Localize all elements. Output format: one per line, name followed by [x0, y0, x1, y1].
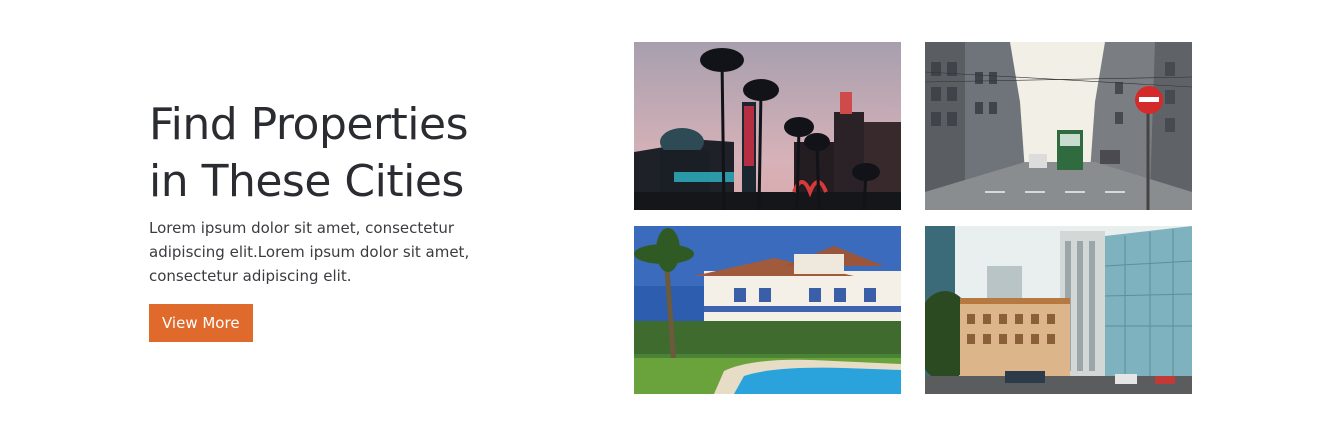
section-title-line1: Find Properties [149, 99, 469, 150]
downtown-skyscrapers-image [925, 226, 1192, 394]
city-photo-villa-pool[interactable] [634, 226, 901, 394]
city-photo-skyscrapers[interactable] [925, 226, 1192, 394]
city-street-image [925, 42, 1192, 210]
section-description: Lorem ipsum dolor sit amet, consectetur … [149, 219, 470, 285]
section-title-line2: in These Cities [149, 156, 464, 207]
view-more-button[interactable]: View More [149, 304, 253, 342]
city-photo-street[interactable] [925, 42, 1192, 210]
villa-pool-image [634, 226, 901, 394]
palm-trees-neon-image [634, 42, 901, 210]
city-photo-palm-trees[interactable] [634, 42, 901, 210]
section-title: Find Properties in These Cities [149, 96, 549, 210]
intro-block: Find Properties in These Cities Lorem ip… [149, 96, 549, 342]
